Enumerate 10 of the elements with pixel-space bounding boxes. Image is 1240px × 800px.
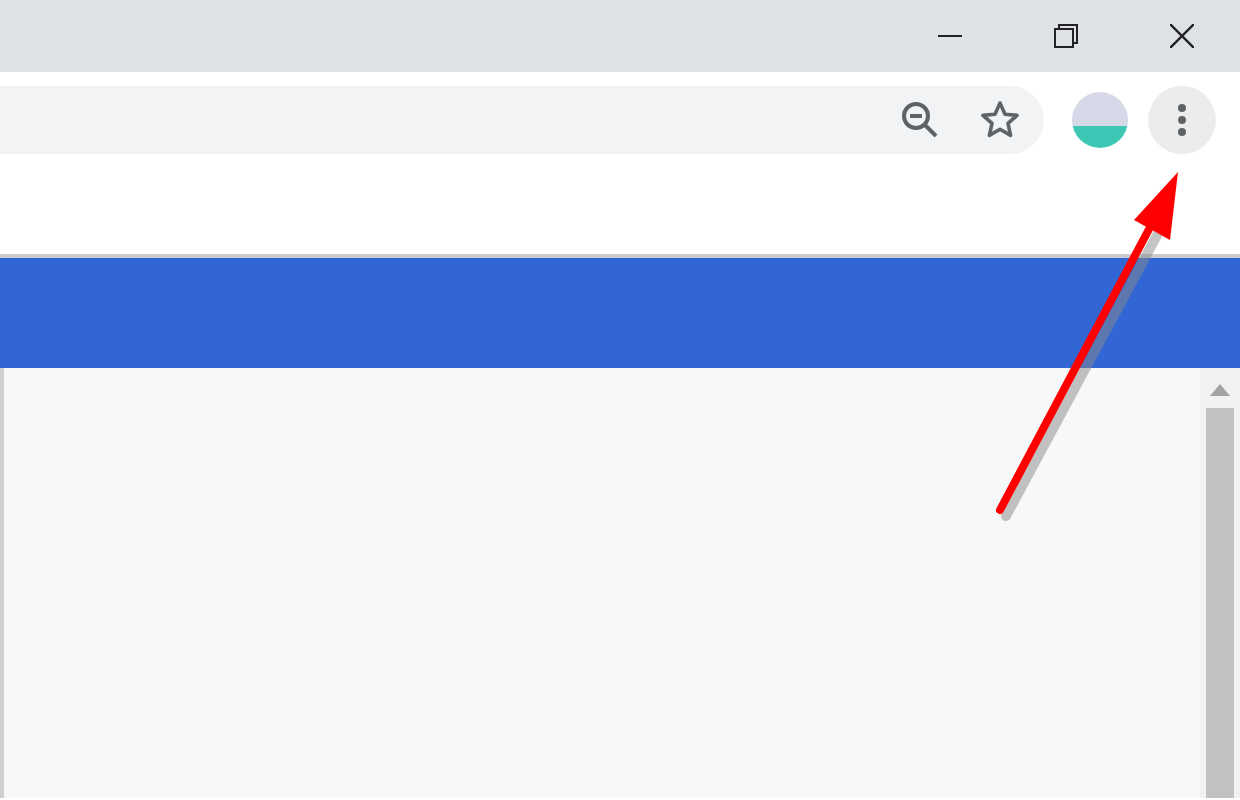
profile-avatar[interactable] [1072,92,1128,148]
vertical-dots-icon [1178,104,1186,136]
zoom-out-icon[interactable] [900,100,940,140]
restore-icon [1054,24,1078,48]
close-icon [1170,24,1194,48]
scrollbar-thumb[interactable] [1206,408,1234,798]
scroll-up-icon[interactable] [1210,384,1230,396]
scrollbar[interactable] [1200,368,1240,798]
menu-button[interactable] [1148,86,1216,154]
star-icon[interactable] [980,100,1020,140]
